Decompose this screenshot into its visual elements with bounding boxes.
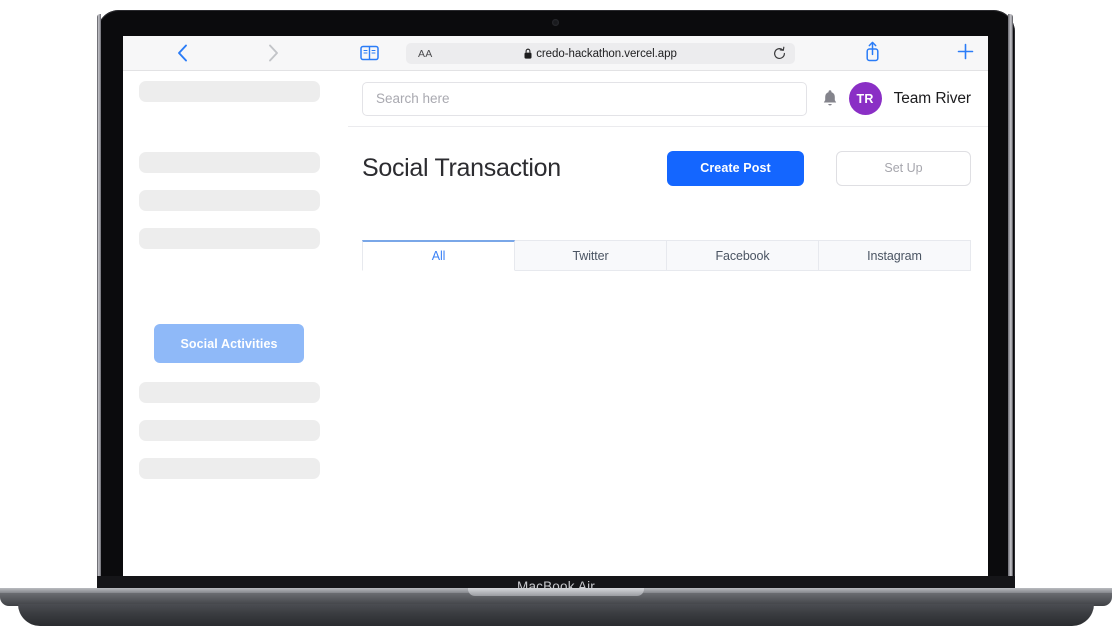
reload-button[interactable] — [772, 46, 787, 61]
lock-icon — [524, 48, 532, 59]
laptop-base-bottom — [18, 604, 1094, 626]
set-up-button[interactable]: Set Up — [836, 150, 971, 186]
book-icon — [359, 45, 379, 61]
chevron-right-icon — [268, 44, 278, 62]
tab-content-area — [348, 271, 988, 576]
tab-twitter[interactable]: Twitter — [515, 240, 667, 271]
tab-all[interactable]: All — [362, 240, 515, 271]
forward-button[interactable] — [256, 40, 290, 66]
screen: AA credo-hackathon.vercel.app Social Act… — [123, 36, 988, 576]
browser-toolbar: AA credo-hackathon.vercel.app — [123, 36, 988, 71]
sidebar-skeleton-item — [139, 190, 320, 211]
bell-icon — [823, 90, 836, 106]
new-tab-button[interactable] — [956, 41, 975, 67]
sidebar-skeleton-item — [139, 152, 320, 173]
sidebar-toggle-button[interactable] — [352, 40, 386, 66]
laptop-lid-edge-left — [97, 14, 101, 586]
tab-instagram[interactable]: Instagram — [819, 240, 971, 271]
notifications-button[interactable] — [813, 82, 847, 116]
sidebar-skeleton-item — [139, 228, 320, 249]
tab-facebook[interactable]: Facebook — [667, 240, 819, 271]
sidebar-item-social-activities[interactable]: Social Activities — [154, 324, 304, 363]
app-body: Social Activities T — [123, 71, 988, 576]
url-text: credo-hackathon.vercel.app — [536, 47, 677, 60]
sidebar-skeleton-item — [139, 382, 320, 403]
create-post-button[interactable]: Create Post — [667, 150, 804, 186]
app-header: TR Team River — [348, 71, 988, 127]
laptop-base-notch — [468, 588, 644, 596]
page-title: Social Transaction — [362, 153, 561, 182]
share-icon — [866, 41, 879, 62]
back-button[interactable] — [165, 40, 199, 66]
page-title-row: Social Transaction Create Post Set Up — [348, 150, 988, 186]
chevron-left-icon — [177, 44, 187, 62]
user-name: Team River — [893, 89, 971, 107]
sidebar-skeleton-item — [139, 420, 320, 441]
reload-icon — [774, 46, 785, 59]
sidebar-item-label: Social Activities — [180, 336, 278, 351]
main-panel: TR Team River Social Transaction Create … — [348, 71, 988, 576]
webcam-icon — [552, 19, 559, 26]
sidebar: Social Activities — [123, 71, 348, 576]
address-bar[interactable]: AA credo-hackathon.vercel.app — [406, 43, 795, 64]
avatar-initials: TR — [856, 91, 874, 106]
avatar[interactable]: TR — [848, 82, 882, 115]
text-size-button[interactable]: AA — [418, 48, 433, 60]
plus-icon — [957, 43, 974, 60]
laptop-mockup-scene: AA credo-hackathon.vercel.app Social Act… — [0, 0, 1112, 639]
filter-tabs: All Twitter Facebook Instagram — [362, 240, 971, 271]
share-button[interactable] — [864, 41, 881, 67]
search-input[interactable] — [362, 81, 807, 116]
laptop-lid-edge-right — [1008, 14, 1013, 586]
sidebar-skeleton-item — [139, 81, 320, 102]
sidebar-skeleton-item — [139, 458, 320, 479]
